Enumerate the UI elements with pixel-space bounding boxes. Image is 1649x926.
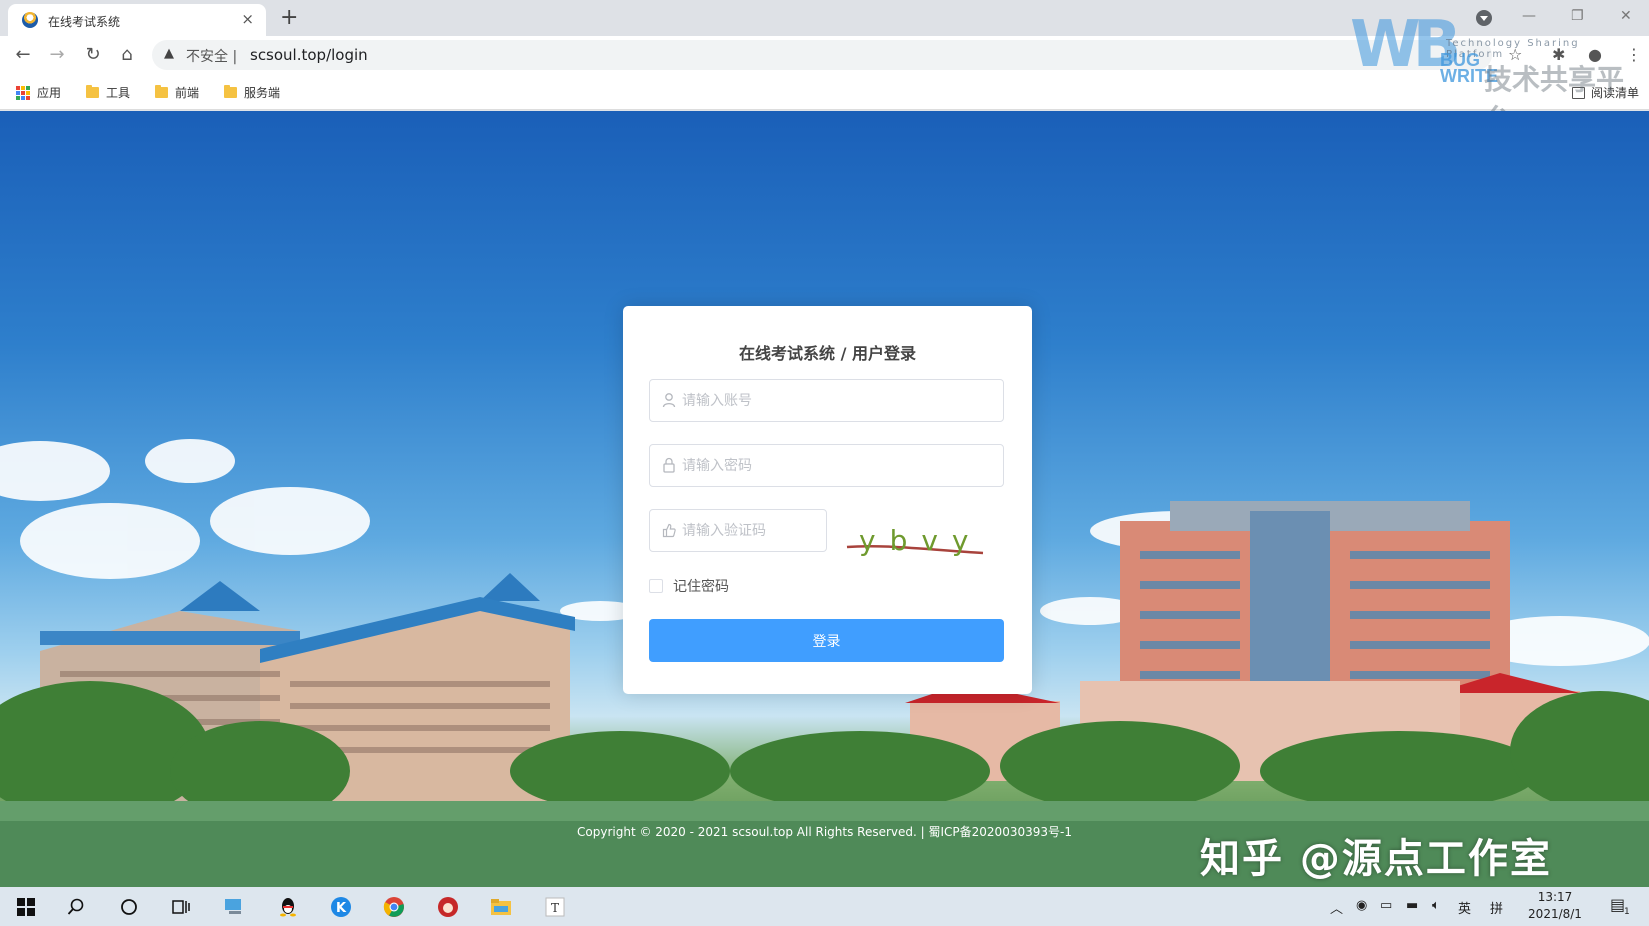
- volume-icon[interactable]: 🔈︎: [1432, 898, 1440, 913]
- remember-password[interactable]: 记住密码: [649, 576, 729, 596]
- bookmark-label: 工具: [106, 86, 131, 100]
- login-button[interactable]: 登录: [649, 619, 1004, 662]
- not-secure-icon[interactable]: ▲: [164, 46, 174, 61]
- windows-taskbar: K T ︿ ◉ ▭ ▬ 🔈︎ 英 拼 13:17 2021/8/1 ▤ 1: [0, 887, 1649, 926]
- security-label[interactable]: 不安全 |: [186, 46, 237, 66]
- captcha-field[interactable]: [649, 509, 827, 552]
- svg-text:T: T: [551, 901, 559, 915]
- ime-language-indicator[interactable]: 英: [1458, 898, 1471, 917]
- watermark-logo-letters: WB: [1350, 8, 1461, 82]
- bookmark-label: 前端: [175, 86, 200, 100]
- zhihu-watermark: 知乎 @源点工作室: [1200, 836, 1552, 882]
- folder-icon: [224, 85, 237, 98]
- bookmark-folder-backend[interactable]: 服务端: [224, 84, 280, 101]
- thumbs-up-icon: [662, 522, 676, 538]
- cortana-icon[interactable]: [117, 895, 141, 919]
- folder-icon: [86, 85, 99, 98]
- url-text[interactable]: scsoul.top/login: [250, 46, 368, 64]
- remember-checkbox[interactable]: [649, 579, 663, 593]
- kugou-icon[interactable]: K: [329, 895, 353, 919]
- svg-text:K: K: [336, 901, 347, 916]
- login-page: 在线考试系统 / 用户登录 ybvy 记住密码: [0, 111, 1649, 887]
- browser-tab[interactable]: 在线考试系统 ×: [8, 4, 266, 36]
- tray-app-icon[interactable]: ◉: [1356, 898, 1367, 913]
- bookmark-label: 应用: [37, 86, 62, 100]
- username-field[interactable]: [649, 379, 1004, 422]
- tab-title: 在线考试系统: [48, 15, 121, 29]
- typora-icon[interactable]: T: [543, 895, 567, 919]
- network-icon[interactable]: ▭: [1380, 898, 1392, 913]
- notification-center-icon[interactable]: ▤: [1610, 895, 1625, 914]
- task-view-icon[interactable]: [169, 895, 193, 919]
- back-icon[interactable]: ←: [12, 44, 34, 66]
- bookmark-apps[interactable]: 应用: [16, 84, 61, 101]
- chrome-icon[interactable]: [382, 895, 406, 919]
- login-title: 在线考试系统 / 用户登录: [739, 344, 916, 363]
- tab-close-icon[interactable]: ×: [241, 11, 254, 27]
- clock-date: 2021/8/1: [1528, 907, 1582, 921]
- login-card: 在线考试系统 / 用户登录 ybvy 记住密码: [623, 306, 1032, 694]
- bookmark-label: 服务端: [244, 86, 281, 100]
- address-bar[interactable]: ▲ 不安全 | scsoul.top/login: [152, 40, 1492, 70]
- watermark-logo: WB Technology Sharing Platform BUG WRITE …: [1340, 8, 1640, 136]
- notification-count: 1: [1624, 907, 1630, 917]
- pc-icon[interactable]: [222, 895, 246, 919]
- windows-start-icon[interactable]: [14, 895, 38, 919]
- remember-label: 记住密码: [673, 579, 729, 595]
- avatar-app-icon[interactable]: [436, 895, 460, 919]
- ime-mode-indicator[interactable]: 拼: [1490, 898, 1503, 917]
- username-input[interactable]: [682, 380, 995, 421]
- password-input[interactable]: [682, 445, 995, 486]
- site-favicon-icon: [22, 12, 38, 28]
- home-icon[interactable]: ⌂: [116, 44, 138, 66]
- reload-icon[interactable]: ↻: [82, 44, 104, 66]
- forward-icon[interactable]: →: [46, 44, 68, 66]
- file-explorer-icon[interactable]: [489, 895, 513, 919]
- show-hidden-icons-icon[interactable]: ︿: [1330, 898, 1343, 917]
- apps-grid-icon: [16, 85, 30, 100]
- search-icon[interactable]: [64, 895, 88, 919]
- clock-time: 13:17: [1537, 890, 1573, 904]
- lock-icon: [662, 457, 676, 473]
- bookmark-folder-tools[interactable]: 工具: [86, 84, 130, 101]
- captcha-input[interactable]: [682, 510, 818, 551]
- folder-icon: [155, 85, 168, 98]
- captcha-image[interactable]: ybvy: [843, 520, 1003, 560]
- battery-icon[interactable]: ▬: [1406, 898, 1418, 913]
- system-clock[interactable]: 13:17 2021/8/1: [1520, 889, 1590, 923]
- bookmark-folder-frontend[interactable]: 前端: [155, 84, 199, 101]
- qq-icon[interactable]: [276, 895, 300, 919]
- user-icon: [662, 392, 676, 408]
- captcha-text: ybvy: [859, 524, 982, 557]
- new-tab-button[interactable]: +: [280, 5, 298, 31]
- password-field[interactable]: [649, 444, 1004, 487]
